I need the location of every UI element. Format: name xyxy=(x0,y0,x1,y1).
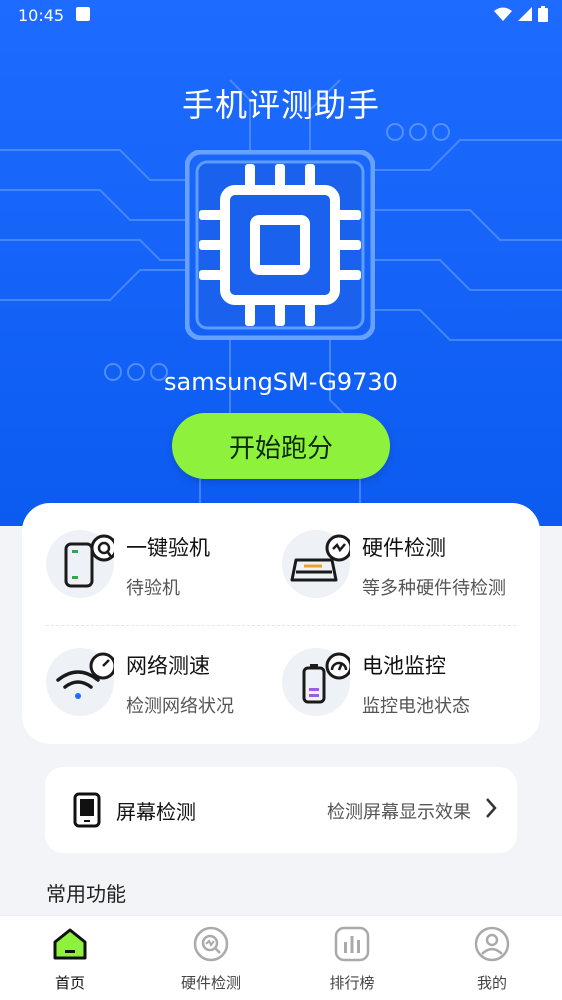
feature-desc: 等多种硬件待检测 xyxy=(362,578,506,599)
device-model: samsungSM-G9730 xyxy=(164,368,398,396)
status-time: 10:45 xyxy=(18,6,65,25)
divider xyxy=(46,625,516,626)
feature-battery-monitor[interactable]: 电池监控 监控电池状态 xyxy=(282,648,532,748)
ranking-icon xyxy=(334,926,370,962)
tab-profile[interactable]: 我的 xyxy=(432,916,552,1000)
tab-label: 首页 xyxy=(54,974,85,992)
screen-test-row[interactable]: 屏幕检测 检测屏幕显示效果 xyxy=(45,767,517,853)
feature-name: 网络测速 xyxy=(126,654,210,678)
features-card: 一键验机 待验机 硬件检测 等多种硬件待检测 网络测速 检测网络状况 电池监控 … xyxy=(22,503,540,744)
tab-label: 我的 xyxy=(476,974,507,992)
tab-label: 硬件检测 xyxy=(180,974,241,992)
chip-icon xyxy=(185,150,375,340)
feature-quick-check[interactable]: 一键验机 待验机 xyxy=(46,530,296,630)
feature-desc: 待验机 xyxy=(126,578,180,599)
page-title: 手机评测助手 xyxy=(181,86,380,124)
hardware-search-icon xyxy=(290,534,353,582)
signal-icon xyxy=(518,7,532,21)
status-bar: 10:45 xyxy=(0,0,562,32)
tab-label: 排行榜 xyxy=(329,974,375,992)
home-icon xyxy=(53,928,87,960)
feature-hardware-check[interactable]: 硬件检测 等多种硬件待检测 xyxy=(282,530,532,630)
chevron-right-icon xyxy=(486,798,497,818)
feature-desc: 监控电池状态 xyxy=(362,696,470,717)
feature-name: 硬件检测 xyxy=(362,536,446,560)
screen-test-desc: 检测屏幕显示效果 xyxy=(327,802,471,823)
battery-icon xyxy=(538,6,548,22)
wifi-icon xyxy=(494,7,512,21)
phone-screen-icon xyxy=(73,792,101,828)
feature-name: 一键验机 xyxy=(126,536,210,560)
profile-icon xyxy=(474,926,510,962)
tab-ranking[interactable]: 排行榜 xyxy=(292,916,412,1000)
notification-icon xyxy=(76,7,90,21)
phone-check-icon xyxy=(64,534,118,588)
tab-home[interactable]: 首页 xyxy=(10,916,130,1000)
feature-network-speed[interactable]: 网络测速 检测网络状况 xyxy=(46,648,296,748)
section-title: 常用功能 xyxy=(46,882,126,906)
battery-gauge-icon xyxy=(302,652,353,704)
wifi-speed-icon xyxy=(56,652,117,699)
tab-hardware[interactable]: 硬件检测 xyxy=(151,916,271,1000)
bottom-tab-bar: 首页 硬件检测 排行榜 我的 xyxy=(0,915,562,1000)
start-benchmark-button[interactable]: 开始跑分 xyxy=(172,413,390,479)
feature-name: 电池监控 xyxy=(362,654,446,678)
feature-desc: 检测网络状况 xyxy=(126,696,234,717)
screen-test-label: 屏幕检测 xyxy=(116,800,196,824)
hardware-check-icon xyxy=(193,926,229,962)
